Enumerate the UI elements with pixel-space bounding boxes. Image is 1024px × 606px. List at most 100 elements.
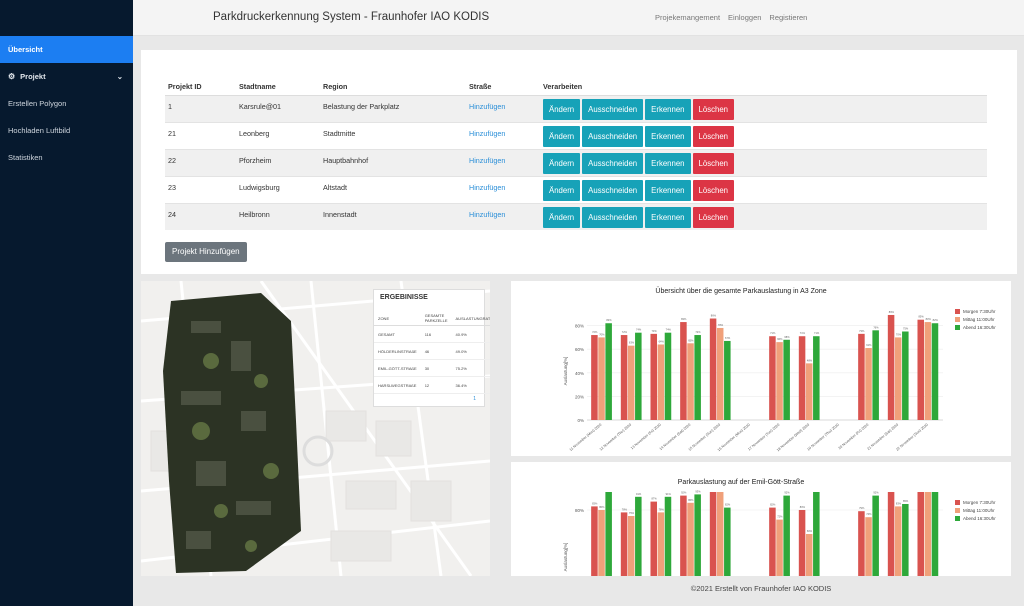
data-label: 60% — [807, 529, 813, 533]
cut-button[interactable]: Ausschneiden — [582, 125, 644, 147]
data-label: 75% — [629, 511, 635, 515]
data-label: 80% — [599, 505, 605, 509]
bar — [858, 333, 865, 420]
aerial-map[interactable]: ERGEBINISSE ZONE GESAMTE PARKZELLE AUSLA… — [141, 281, 490, 576]
cut-button[interactable]: Ausschneiden — [582, 152, 644, 174]
data-label: 82% — [933, 318, 939, 322]
gear-icon: ⚙ — [8, 72, 16, 81]
legend-entry: Abend 16:30Uhr — [963, 516, 996, 521]
cut-button[interactable]: Ausschneiden — [582, 206, 644, 228]
x-tick-label: 12 November (Thu) 2020 — [599, 423, 632, 452]
detect-button[interactable]: Erkennen — [645, 206, 691, 228]
cell-project-id: 1 — [168, 101, 172, 111]
sidebar-item-uebersicht[interactable]: Übersicht — [0, 36, 133, 63]
street-add-link[interactable]: Hinzufügen — [469, 156, 505, 165]
data-label: 72% — [695, 330, 701, 334]
edit-button[interactable]: Ändern — [543, 98, 581, 120]
aerial-image-overlay — [163, 293, 301, 573]
y-axis-label: Auslastung[%] — [563, 543, 568, 572]
nav-link-projektmanagement[interactable]: Projekemangement — [655, 13, 720, 22]
edit-button[interactable]: Ändern — [543, 206, 581, 228]
delete-button[interactable]: Löschen — [692, 125, 735, 147]
table-row: 22 Pforzheim Hauptbahnhof Hinzufügen Ändern A… — [165, 148, 987, 176]
bar — [598, 510, 605, 576]
bar — [591, 506, 598, 576]
cut-button[interactable]: Ausschneiden — [582, 179, 644, 201]
bar — [783, 495, 790, 576]
delete-button[interactable]: Löschen — [692, 98, 735, 120]
data-label: 66% — [777, 337, 783, 341]
sidebar-item-hochladen-luftbild[interactable]: Hochladen Luftbild — [0, 117, 133, 144]
bar — [931, 492, 939, 576]
x-tick-label: 16 November (Mon) 2020 — [717, 423, 751, 452]
bar — [605, 323, 612, 420]
edit-button[interactable]: Ändern — [543, 179, 581, 201]
detect-button[interactable]: Erkennen — [645, 125, 691, 147]
sidebar-item-label: Statistiken — [8, 153, 43, 162]
sidebar-item-projekt[interactable]: ⚙ Projekt ⌄ — [0, 63, 133, 90]
bar — [858, 511, 865, 576]
bar — [805, 363, 813, 420]
sidebar-item-label: Erstellen Polygon — [8, 99, 67, 108]
bar — [783, 339, 790, 420]
bar — [798, 336, 806, 420]
nav-link-registrieren[interactable]: Registieren — [769, 13, 807, 22]
results-cell: 75.2% — [451, 359, 490, 377]
sidebar-item-erstellen-polygon[interactable]: Erstellen Polygon — [0, 90, 133, 117]
delete-button[interactable]: Löschen — [692, 152, 735, 174]
delete-button[interactable]: Löschen — [692, 206, 735, 228]
street-add-link[interactable]: Hinzufügen — [469, 210, 505, 219]
detect-button[interactable]: Erkennen — [645, 98, 691, 120]
data-label: 65% — [688, 338, 694, 342]
delete-button[interactable]: Löschen — [692, 179, 735, 201]
bar — [769, 336, 776, 420]
chart-emil-goett: Parkauslastung auf der Emil-Gött-Straße 8… — [563, 479, 996, 576]
top-nav: Projekemangement Einloggen Registieren — [655, 13, 807, 22]
street-add-link[interactable]: Hinzufügen — [469, 129, 505, 138]
bar — [687, 502, 694, 576]
cut-button[interactable]: Ausschneiden — [582, 98, 644, 120]
bar — [894, 506, 902, 576]
data-label: 48% — [807, 358, 813, 362]
chart-title: Parkauslastung auf der Emil-Gött-Straße — [678, 479, 805, 486]
bar — [627, 516, 635, 576]
sidebar-item-statistiken[interactable]: Statistiken — [0, 144, 133, 171]
cell-project-id: 22 — [168, 155, 176, 165]
data-label: 87% — [651, 497, 657, 501]
table-row: 21 Leonberg Stadtmitte Hinzufügen Ändern Auss… — [165, 121, 987, 149]
bar — [924, 492, 932, 576]
legend-entry: Abend 16:30Uhr — [963, 325, 996, 330]
bar — [776, 519, 783, 576]
data-label: 86% — [711, 314, 717, 318]
nav-link-einloggen[interactable]: Einloggen — [728, 13, 761, 22]
data-label: 80% — [800, 505, 806, 509]
add-project-button[interactable]: Projekt Hinzufügen — [165, 242, 247, 262]
bar — [865, 348, 872, 420]
detect-button[interactable]: Erkennen — [645, 152, 691, 174]
table-row: 24 Heilbronn Innenstadt Hinzufügen Ändern Aus… — [165, 202, 987, 230]
bar — [924, 322, 932, 420]
results-cell: HARSLWEGSTRAßE — [374, 376, 421, 394]
edit-button[interactable]: Ändern — [543, 152, 581, 174]
detect-button[interactable]: Erkennen — [645, 179, 691, 201]
bar — [776, 342, 783, 420]
bar — [664, 496, 672, 576]
data-label: 72% — [777, 515, 783, 519]
results-pagination[interactable]: 1 — [473, 396, 476, 402]
data-label: 72% — [622, 330, 628, 334]
bar — [680, 322, 687, 420]
data-label: 78% — [718, 323, 724, 327]
data-label: 82% — [725, 503, 731, 507]
street-add-link[interactable]: Hinzufügen — [469, 183, 505, 192]
edit-button[interactable]: Ändern — [543, 125, 581, 147]
data-label: 83% — [926, 317, 932, 321]
sidebar-item-label: Projekt — [20, 72, 46, 81]
y-tick-label: 20% — [575, 394, 584, 399]
bar — [872, 330, 879, 420]
data-label: 89% — [889, 310, 895, 314]
street-add-link[interactable]: Hinzufügen — [469, 102, 505, 111]
data-label: 83% — [896, 501, 902, 505]
column-header: ZONE — [374, 311, 421, 326]
results-cell: HÖLDERLINSTRAßE — [374, 342, 421, 360]
legend-swatch — [955, 317, 960, 322]
